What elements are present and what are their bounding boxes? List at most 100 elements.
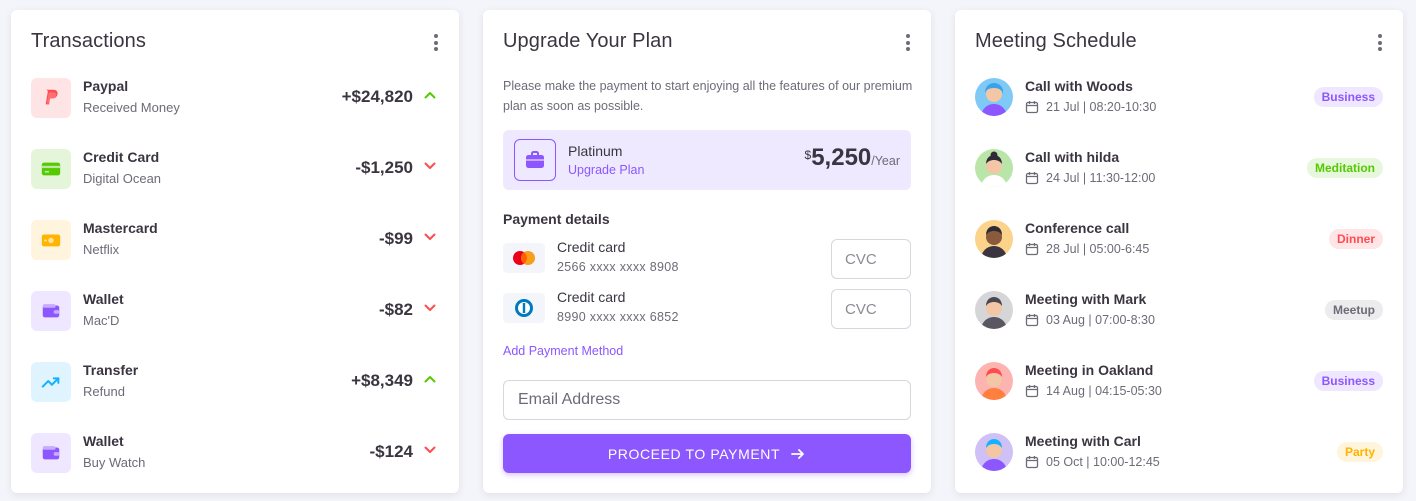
- transaction-amount: +$24,820: [341, 87, 413, 106]
- wallet-icon: [31, 291, 71, 331]
- cvc-input[interactable]: [831, 289, 911, 329]
- credit-card-icon: [31, 149, 71, 189]
- transaction-title: Wallet: [83, 433, 124, 449]
- upgrade-title: Upgrade Your Plan: [503, 30, 673, 52]
- transaction-subtitle: Digital Ocean: [83, 171, 162, 186]
- transaction-item-credit-card[interactable]: Credit Card Digital Ocean -$1,250: [31, 147, 441, 191]
- wallet-icon: [31, 433, 71, 473]
- meeting-time-text: 05 Oct | 10:00-12:45: [1046, 455, 1160, 469]
- payment-method-title: Credit card: [557, 289, 626, 305]
- meeting-time: 21 Jul | 08:20-10:30: [1025, 100, 1156, 114]
- proceed-to-payment-button[interactable]: PROCEED TO PAYMENT: [503, 434, 911, 473]
- meeting-title: Call with Woods: [1025, 78, 1133, 94]
- avatar: [975, 291, 1013, 329]
- transaction-amount: +$8,349: [351, 371, 413, 390]
- status-badge: Party: [1336, 442, 1383, 462]
- meeting-title: Meeting in Oakland: [1025, 362, 1154, 378]
- meeting-time-text: 21 Jul | 08:20-10:30: [1046, 100, 1157, 114]
- calendar-icon: [1025, 385, 1039, 398]
- avatar: [975, 362, 1013, 400]
- plan-price: $5,250/Year: [805, 144, 900, 172]
- meeting-time-text: 14 Aug | 04:15-05:30: [1046, 384, 1162, 398]
- briefcase-icon: [514, 139, 556, 181]
- transaction-subtitle: Refund: [83, 384, 125, 399]
- meeting-title: Meeting with Carl: [1025, 433, 1141, 449]
- cvc-input[interactable]: [831, 239, 911, 279]
- transaction-title: Transfer: [83, 362, 139, 378]
- email-field[interactable]: [503, 380, 911, 420]
- chevron-down-icon: [424, 446, 436, 453]
- meeting-item[interactable]: Meeting in Oakland 14 Aug | 04:15-05:30 …: [975, 360, 1383, 404]
- plan-name: Platinum: [568, 143, 623, 159]
- meeting-item[interactable]: Conference call 28 Jul | 05:00-6:45 Dinn…: [975, 218, 1383, 262]
- calendar-icon: [1025, 172, 1039, 185]
- avatar: [975, 149, 1013, 187]
- more-vertical-icon[interactable]: [433, 34, 439, 52]
- transaction-item-transfer[interactable]: Transfer Refund +$8,349: [31, 360, 441, 404]
- upgrade-description: Please make the payment to start enjoyin…: [503, 79, 913, 113]
- status-badge: Dinner: [1328, 229, 1383, 249]
- more-vertical-icon[interactable]: [1377, 34, 1383, 52]
- chevron-down-icon: [424, 162, 436, 169]
- transactions-title: Transactions: [31, 30, 146, 52]
- meeting-schedule-card: Meeting Schedule Call with Woods 21 Jul …: [955, 10, 1403, 493]
- calendar-icon: [1025, 101, 1039, 114]
- status-badge: Meditation: [1307, 158, 1383, 178]
- trending-up-icon: [31, 362, 71, 402]
- transaction-title: Paypal: [83, 78, 129, 94]
- payment-method-diners[interactable]: Credit card 8990 xxxx xxxx 6852: [503, 289, 911, 329]
- calendar-icon: [1025, 243, 1039, 256]
- transaction-title: Wallet: [83, 291, 124, 307]
- upgrade-plan-card: Upgrade Your Plan Please make the paymen…: [483, 10, 931, 493]
- transaction-subtitle: Netflix: [83, 242, 120, 257]
- meetings-title: Meeting Schedule: [975, 30, 1137, 52]
- meeting-time-text: 28 Jul | 05:00-6:45: [1046, 242, 1150, 256]
- add-payment-method-link[interactable]: Add Payment Method: [503, 344, 623, 358]
- transaction-subtitle: Buy Watch: [83, 455, 146, 470]
- transactions-card: Transactions Paypal Received Money +$24,…: [11, 10, 459, 493]
- proceed-label: PROCEED TO PAYMENT: [607, 445, 781, 462]
- meeting-title: Conference call: [1025, 220, 1130, 236]
- status-badge: Business: [1313, 371, 1383, 391]
- upgrade-plan-link[interactable]: Upgrade Plan: [568, 163, 644, 177]
- meeting-item[interactable]: Call with hilda 24 Jul | 11:30-12:00 Med…: [975, 147, 1383, 191]
- avatar: [975, 78, 1013, 116]
- chevron-up-icon: [424, 92, 436, 99]
- chevron-down-icon: [424, 304, 436, 311]
- payment-details-title: Payment details: [503, 211, 610, 227]
- status-badge: Meetup: [1325, 300, 1383, 320]
- arrow-right-icon: [791, 448, 805, 459]
- payment-method-mastercard[interactable]: Credit card 2566 xxxx xxxx 8908: [503, 239, 911, 279]
- chevron-up-icon: [424, 376, 436, 383]
- transaction-amount: -$1,250: [355, 158, 413, 177]
- transaction-item-mastercard[interactable]: Mastercard Netflix -$99: [31, 218, 441, 262]
- transaction-amount: -$99: [378, 229, 413, 248]
- meeting-item[interactable]: Meeting with Mark 03 Aug | 07:00-8:30 Me…: [975, 289, 1383, 333]
- meeting-time-text: 03 Aug | 07:00-8:30: [1046, 313, 1155, 327]
- transaction-subtitle: Received Money: [83, 100, 180, 115]
- transaction-item-paypal[interactable]: Paypal Received Money +$24,820: [31, 76, 441, 120]
- transaction-item-wallet[interactable]: Wallet Buy Watch -$124: [31, 431, 441, 475]
- meeting-time: 28 Jul | 05:00-6:45: [1025, 242, 1149, 256]
- price-currency: $: [804, 148, 812, 162]
- meeting-time: 24 Jul | 11:30-12:00: [1025, 171, 1155, 185]
- meeting-item[interactable]: Call with Woods 21 Jul | 08:20-10:30 Bus…: [975, 76, 1383, 120]
- diners-club-logo: [503, 293, 545, 323]
- transaction-item-wallet[interactable]: Wallet Mac'D -$82: [31, 289, 441, 333]
- calendar-icon: [1025, 314, 1039, 327]
- mastercard-logo: [503, 243, 545, 273]
- more-vertical-icon[interactable]: [905, 34, 911, 52]
- calendar-icon: [1025, 456, 1039, 469]
- meeting-time: 05 Oct | 10:00-12:45: [1025, 455, 1160, 469]
- price-period: /Year: [871, 154, 900, 168]
- meeting-time: 14 Aug | 04:15-05:30: [1025, 384, 1162, 398]
- transaction-amount: -$82: [378, 300, 413, 319]
- card-number: 2566 xxxx xxxx 8908: [557, 260, 679, 274]
- meeting-time-text: 24 Jul | 11:30-12:00: [1046, 171, 1156, 185]
- meeting-item[interactable]: Meeting with Carl 05 Oct | 10:00-12:45 P…: [975, 431, 1383, 475]
- avatar: [975, 220, 1013, 258]
- meeting-title: Call with hilda: [1025, 149, 1120, 165]
- chevron-down-icon: [424, 233, 436, 240]
- transaction-title: Mastercard: [83, 220, 158, 236]
- price-amount: 5,250: [811, 144, 872, 171]
